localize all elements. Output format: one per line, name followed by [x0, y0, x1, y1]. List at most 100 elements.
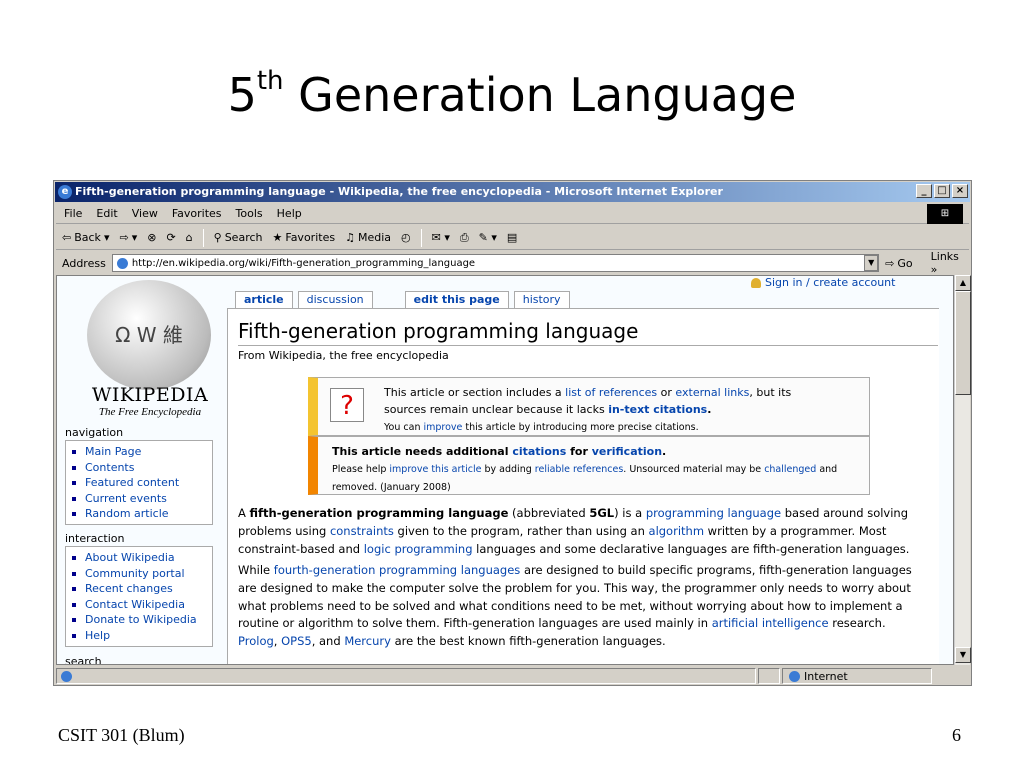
media-icon: ♫ — [345, 231, 355, 244]
user-icon — [751, 277, 761, 288]
nav-donate[interactable]: Donate to Wikipedia — [72, 612, 212, 628]
slide-title: 5th Generation Language — [227, 66, 797, 122]
references-notice: ? This article or section includes a lis… — [308, 377, 870, 436]
constraints-link[interactable]: constraints — [330, 524, 394, 538]
menu-help[interactable]: Help — [277, 207, 302, 220]
scroll-up-icon[interactable]: ▲ — [955, 275, 971, 291]
signin-link[interactable]: Sign in / create account — [751, 276, 895, 289]
tab-history[interactable]: history — [513, 291, 570, 308]
menu-edit[interactable]: Edit — [96, 207, 117, 220]
interaction-title: interaction — [65, 532, 125, 545]
navigation-portlet: Main Page Contents Featured content Curr… — [65, 440, 213, 525]
tab-article[interactable]: article — [235, 291, 293, 308]
browser-content: Ω W 維 WIKIPEDIA The Free Encyclopedia na… — [56, 275, 954, 665]
address-value: http://en.wikipedia.org/wiki/Fifth-gener… — [131, 257, 476, 269]
address-dropdown-icon[interactable]: ▼ — [864, 255, 879, 271]
maximize-button[interactable]: □ — [934, 184, 950, 198]
puzzle-globe-icon: Ω W 維 — [87, 280, 211, 390]
challenged-link[interactable]: challenged — [764, 464, 816, 475]
logo-tagline: The Free Encyclopedia — [98, 406, 202, 418]
article-body: Fifth-generation programming language Fr… — [227, 308, 939, 664]
favorites-button[interactable]: ★ Favorites — [273, 231, 336, 244]
navigation-title: navigation — [65, 426, 124, 439]
question-mark-icon: ? — [330, 388, 364, 422]
programming-language-link[interactable]: programming language — [646, 506, 781, 520]
mail-icon[interactable]: ✉ ▾ — [432, 231, 450, 244]
nav-recent-changes[interactable]: Recent changes — [72, 581, 212, 597]
home-icon[interactable]: ⌂ — [186, 231, 193, 244]
address-label: Address — [62, 256, 106, 270]
scroll-down-icon[interactable]: ▼ — [955, 647, 971, 663]
go-button[interactable]: ⇨ Go — [885, 257, 912, 270]
ops5-link[interactable]: OPS5 — [281, 634, 312, 648]
citations-notice: This article needs additional citations … — [308, 436, 870, 495]
edit-icon[interactable]: ✎ ▾ — [479, 231, 497, 244]
prolog-link[interactable]: Prolog — [238, 634, 274, 648]
nav-about-wikipedia[interactable]: About Wikipedia — [72, 550, 212, 566]
menu-favorites[interactable]: Favorites — [172, 207, 222, 220]
refresh-icon[interactable]: ⟳ — [166, 231, 175, 244]
media-button[interactable]: ♫ Media — [345, 231, 391, 244]
tab-discussion[interactable]: discussion — [297, 291, 373, 308]
search-button[interactable]: ⚲ Search — [214, 231, 263, 244]
title-divider — [238, 345, 938, 346]
menu-file[interactable]: File — [64, 207, 82, 220]
article-title: Fifth-generation programming language — [238, 319, 639, 343]
toolbar-separator — [420, 228, 422, 247]
page-tabs: article discussion edit this page histor… — [235, 291, 575, 308]
toolbar: ⇦ Back ▾ ⇨ ▾ ⊗ ⟳ ⌂ ⚲ Search ★ Favorites ♫ Me… — [56, 226, 969, 250]
improve-link[interactable]: improve — [423, 422, 462, 433]
vertical-scrollbar[interactable]: ▲ ▼ — [954, 275, 971, 665]
body-paragraph: While fourth-generation programming lang… — [238, 563, 912, 649]
history-icon[interactable]: ◴ — [401, 231, 411, 244]
external-links-link[interactable]: external links — [675, 386, 749, 399]
back-button[interactable]: ⇦ Back ▾ — [62, 231, 109, 244]
tab-edit[interactable]: edit this page — [404, 291, 509, 308]
fourth-generation-link[interactable]: fourth-generation programming languages — [274, 563, 521, 577]
window-titlebar[interactable]: e Fifth-generation programming language … — [55, 182, 970, 202]
slide-page-number: 6 — [952, 725, 961, 745]
ie-window: e Fifth-generation programming language … — [53, 180, 972, 686]
slide-footer-course: CSIT 301 (Blum) — [58, 725, 185, 745]
window-title: Fifth-generation programming language - … — [75, 185, 723, 198]
improve-article-link[interactable]: improve this article — [389, 464, 481, 475]
article-subtitle: From Wikipedia, the free encyclopedia — [238, 349, 449, 362]
mercury-link[interactable]: Mercury — [344, 634, 391, 648]
nav-random-article[interactable]: Random article — [72, 506, 212, 522]
in-text-citations-link[interactable]: in-text citations — [608, 403, 707, 416]
print-icon[interactable]: ⎙ — [460, 231, 469, 245]
nav-help[interactable]: Help — [72, 628, 212, 644]
citations-link[interactable]: citations — [512, 445, 566, 458]
algorithm-link[interactable]: algorithm — [649, 524, 705, 538]
verification-link[interactable]: verification — [592, 445, 662, 458]
nav-main-page[interactable]: Main Page — [72, 444, 212, 460]
menu-tools[interactable]: Tools — [236, 207, 263, 220]
stop-icon[interactable]: ⊗ — [147, 231, 156, 244]
minimize-button[interactable]: _ — [916, 184, 932, 198]
page-icon — [116, 257, 128, 269]
ie-icon: e — [58, 185, 72, 199]
back-arrow-icon: ⇦ — [62, 231, 72, 244]
discuss-icon[interactable]: ▤ — [507, 231, 517, 244]
nav-community-portal[interactable]: Community portal — [72, 566, 212, 582]
status-cell — [758, 668, 780, 684]
links-button[interactable]: Links » — [931, 250, 969, 276]
list-of-references-link[interactable]: list of references — [565, 386, 657, 399]
address-bar: Address http://en.wikipedia.org/wiki/Fif… — [56, 250, 969, 276]
forward-button[interactable]: ⇨ ▾ — [119, 231, 137, 244]
menu-view[interactable]: View — [132, 207, 158, 220]
nav-contents[interactable]: Contents — [72, 460, 212, 476]
page-status-icon — [61, 670, 72, 682]
nav-contact-wikipedia[interactable]: Contact Wikipedia — [72, 597, 212, 613]
logic-programming-link[interactable]: logic programming — [364, 542, 473, 556]
reliable-references-link[interactable]: reliable references — [535, 464, 624, 475]
intro-paragraph: A fifth-generation programming language … — [238, 506, 910, 556]
nav-featured-content[interactable]: Featured content — [72, 475, 212, 491]
close-button[interactable]: × — [952, 184, 968, 198]
wikipedia-logo[interactable]: Ω W 維 WIKIPEDIA The Free Encyclopedia — [65, 276, 225, 436]
scrollbar-thumb[interactable] — [955, 291, 971, 395]
address-input[interactable]: http://en.wikipedia.org/wiki/Fifth-gener… — [111, 254, 880, 272]
artificial-intelligence-link[interactable]: artificial intelligence — [712, 616, 829, 630]
nav-current-events[interactable]: Current events — [72, 491, 212, 507]
internet-globe-icon — [789, 670, 800, 682]
